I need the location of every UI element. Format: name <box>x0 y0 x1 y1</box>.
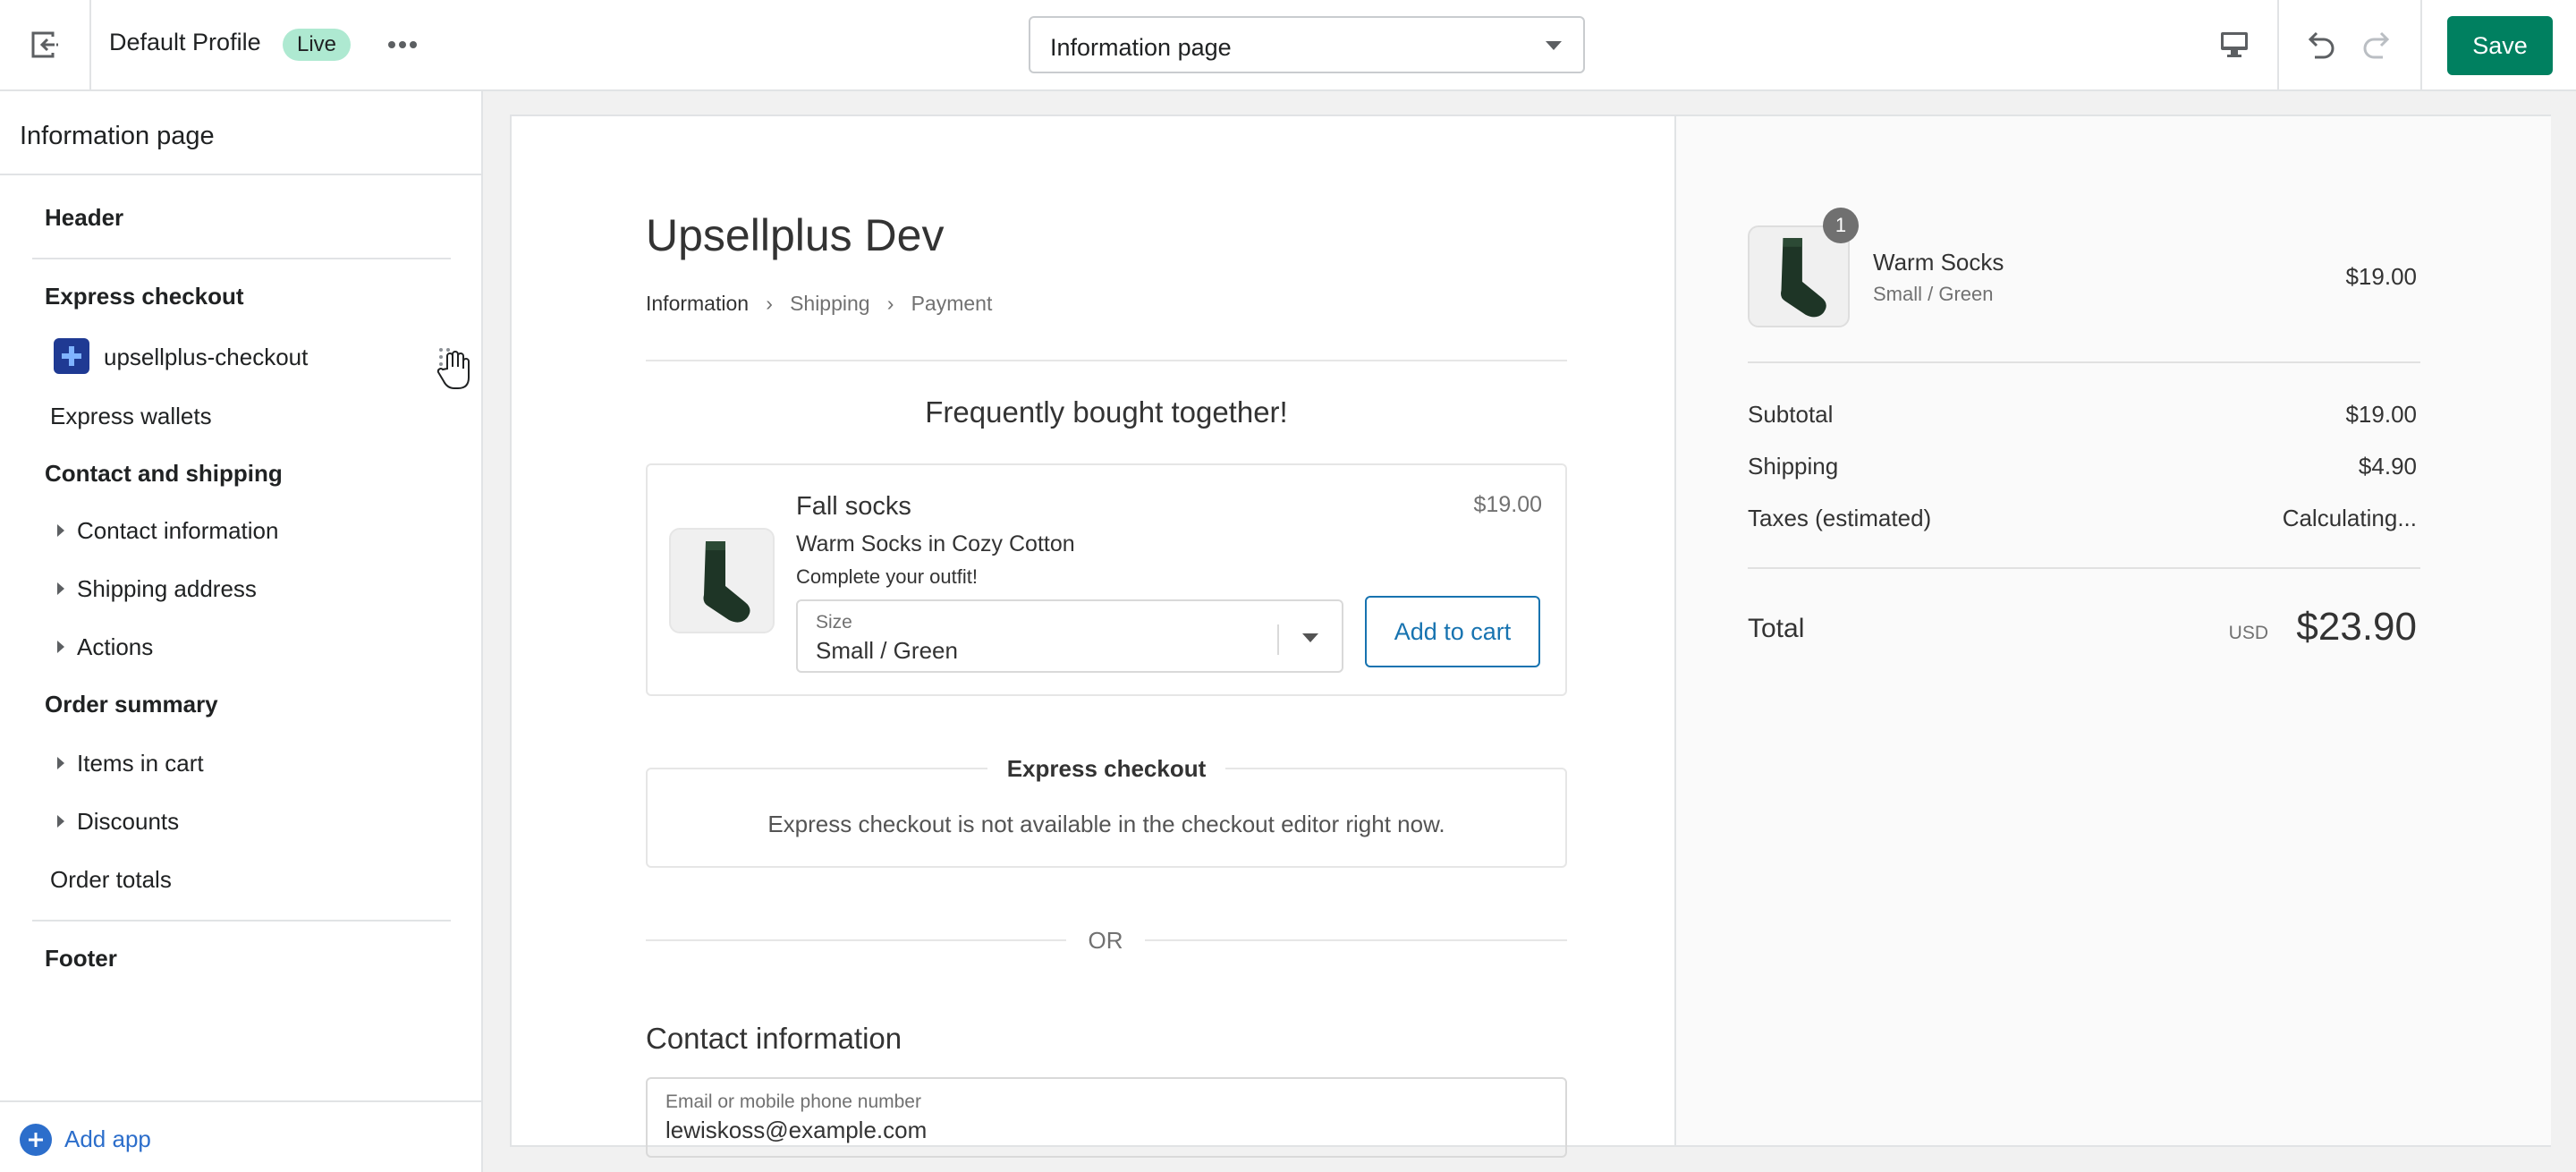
email-field[interactable]: Email or mobile phone number lewiskoss@e… <box>646 1077 1567 1158</box>
divider <box>0 174 481 175</box>
breadcrumb-shipping[interactable]: Shipping <box>790 292 870 316</box>
page-select[interactable]: Information page <box>1029 16 1585 73</box>
checkout-preview: Upsellplus Dev Information › Shipping › … <box>510 115 2551 1158</box>
quantity-badge: 1 <box>1823 208 1859 243</box>
expand-triangle-icon[interactable] <box>57 582 64 595</box>
redo-icon <box>2363 31 2390 59</box>
express-checkout-legend: Express checkout <box>987 755 1226 783</box>
expand-triangle-icon[interactable] <box>57 524 64 537</box>
save-button[interactable]: Save <box>2447 16 2553 75</box>
exit-icon <box>31 31 58 58</box>
expand-triangle-icon[interactable] <box>57 815 64 828</box>
sidebar-item-footer[interactable]: Footer <box>45 945 117 972</box>
add-to-cart-button[interactable]: Add to cart <box>1365 596 1540 667</box>
size-value: Small / Green <box>816 637 958 664</box>
status-badge: Live <box>283 29 352 61</box>
exit-button[interactable] <box>0 0 91 89</box>
email-field-label: Email or mobile phone number <box>665 1091 921 1112</box>
caret-down-icon <box>1302 633 1318 642</box>
sidebar-item-actions[interactable]: Actions <box>77 633 153 661</box>
expand-triangle-icon[interactable] <box>57 757 64 769</box>
sock-icon <box>1781 238 1826 318</box>
sidebar-item-contact-information[interactable]: Contact information <box>77 517 278 545</box>
profile-name: Default Profile <box>109 29 261 55</box>
cart-item-name: Warm Socks <box>1873 249 2004 276</box>
sidebar-item-express-checkout[interactable]: Express checkout <box>45 283 244 310</box>
redo-button[interactable] <box>2352 20 2402 70</box>
subtotal-value: $19.00 <box>2345 401 2417 428</box>
sock-icon <box>703 541 750 623</box>
sidebar-item-items-in-cart[interactable]: Items in cart <box>77 750 204 777</box>
expand-triangle-icon[interactable] <box>57 641 64 653</box>
divider <box>1277 624 1279 655</box>
breadcrumb-payment[interactable]: Payment <box>911 292 993 316</box>
sidebar-item-express-wallets[interactable]: Express wallets <box>50 403 212 430</box>
cart-item-variant: Small / Green <box>1873 283 1994 305</box>
divider <box>1748 361 2420 363</box>
desktop-view-button[interactable] <box>2209 20 2259 70</box>
size-label: Size <box>816 612 852 633</box>
contact-section-title: Contact information <box>646 1022 902 1055</box>
order-summary: 1 Warm Socks Small / Green $19.00 Subtot… <box>1674 116 2551 1145</box>
upsell-product-description: Complete your outfit! <box>796 565 978 588</box>
checkout-main: Upsellplus Dev Information › Shipping › … <box>512 116 1674 1158</box>
shop-title: Upsellplus Dev <box>646 210 945 260</box>
sidebar-title: Information page <box>20 122 215 150</box>
upsell-heading: Frequently bought together! <box>925 395 1288 429</box>
or-divider-text: OR <box>1088 927 1123 954</box>
toolbar-divider <box>2277 0 2279 89</box>
plus-circle-icon <box>20 1124 52 1156</box>
breadcrumb: Information › Shipping › Payment <box>646 292 992 316</box>
desktop-icon <box>2221 32 2248 57</box>
undo-button[interactable] <box>2295 20 2345 70</box>
subtotal-label: Subtotal <box>1748 401 1834 428</box>
caret-down-icon <box>1546 41 1562 50</box>
sidebar-item-upsellplus-checkout[interactable]: upsellplus-checkout <box>104 344 308 371</box>
express-checkout-message: Express checkout is not available in the… <box>767 811 1445 837</box>
total-label: Total <box>1748 614 1805 643</box>
taxes-value: Calculating... <box>2282 505 2417 531</box>
upsell-product-name: Fall socks <box>796 492 911 521</box>
total-currency: USD <box>2228 623 2268 643</box>
toolbar-divider <box>2420 0 2422 89</box>
app-logo <box>54 338 89 374</box>
more-horizontal-icon <box>388 41 417 48</box>
upsell-price: $19.00 <box>1473 492 1542 517</box>
divider <box>1748 567 2420 569</box>
sidebar-item-order-summary[interactable]: Order summary <box>45 691 218 718</box>
sidebar-item-order-totals[interactable]: Order totals <box>50 866 172 894</box>
shipping-label: Shipping <box>1748 453 1839 480</box>
add-app-label: Add app <box>64 1125 151 1152</box>
breadcrumb-information[interactable]: Information <box>646 292 749 316</box>
upsell-card: Fall socks Warm Socks in Cozy Cotton Com… <box>646 463 1567 696</box>
sidebar-item-header[interactable]: Header <box>45 204 123 232</box>
add-app-button[interactable]: Add app <box>0 1100 481 1172</box>
upsell-product-subtitle: Warm Socks in Cozy Cotton <box>796 531 1075 556</box>
hand-cursor-icon <box>436 351 470 389</box>
divider <box>646 939 1066 941</box>
divider <box>32 920 451 921</box>
sidebar-item-shipping-address[interactable]: Shipping address <box>77 575 257 603</box>
total-value: $23.90 <box>2296 605 2417 649</box>
cart-item-price: $19.00 <box>2345 263 2417 290</box>
page-select-value: Information page <box>1050 34 1232 61</box>
more-actions-button[interactable] <box>381 23 424 66</box>
plus-icon <box>62 346 81 366</box>
divider <box>1145 939 1567 941</box>
divider <box>32 258 451 259</box>
undo-icon <box>2308 31 2334 59</box>
size-select[interactable]: Size Small / Green <box>796 599 1343 673</box>
sidebar-item-discounts[interactable]: Discounts <box>77 808 179 836</box>
shipping-value: $4.90 <box>2358 453 2417 480</box>
product-image <box>669 528 775 633</box>
top-bar: Default Profile Live Information page Sa… <box>0 0 2576 91</box>
express-checkout-legend-wrap: Express checkout <box>512 755 1701 783</box>
chevron-right-icon: › <box>886 292 894 315</box>
divider <box>646 360 1567 361</box>
sidebar-item-contact-and-shipping[interactable]: Contact and shipping <box>45 460 283 488</box>
email-field-value: lewiskoss@example.com <box>665 1117 928 1143</box>
taxes-label: Taxes (estimated) <box>1748 505 1932 531</box>
sidebar: Information page Header Express checkout… <box>0 91 483 1172</box>
chevron-right-icon: › <box>766 292 773 315</box>
